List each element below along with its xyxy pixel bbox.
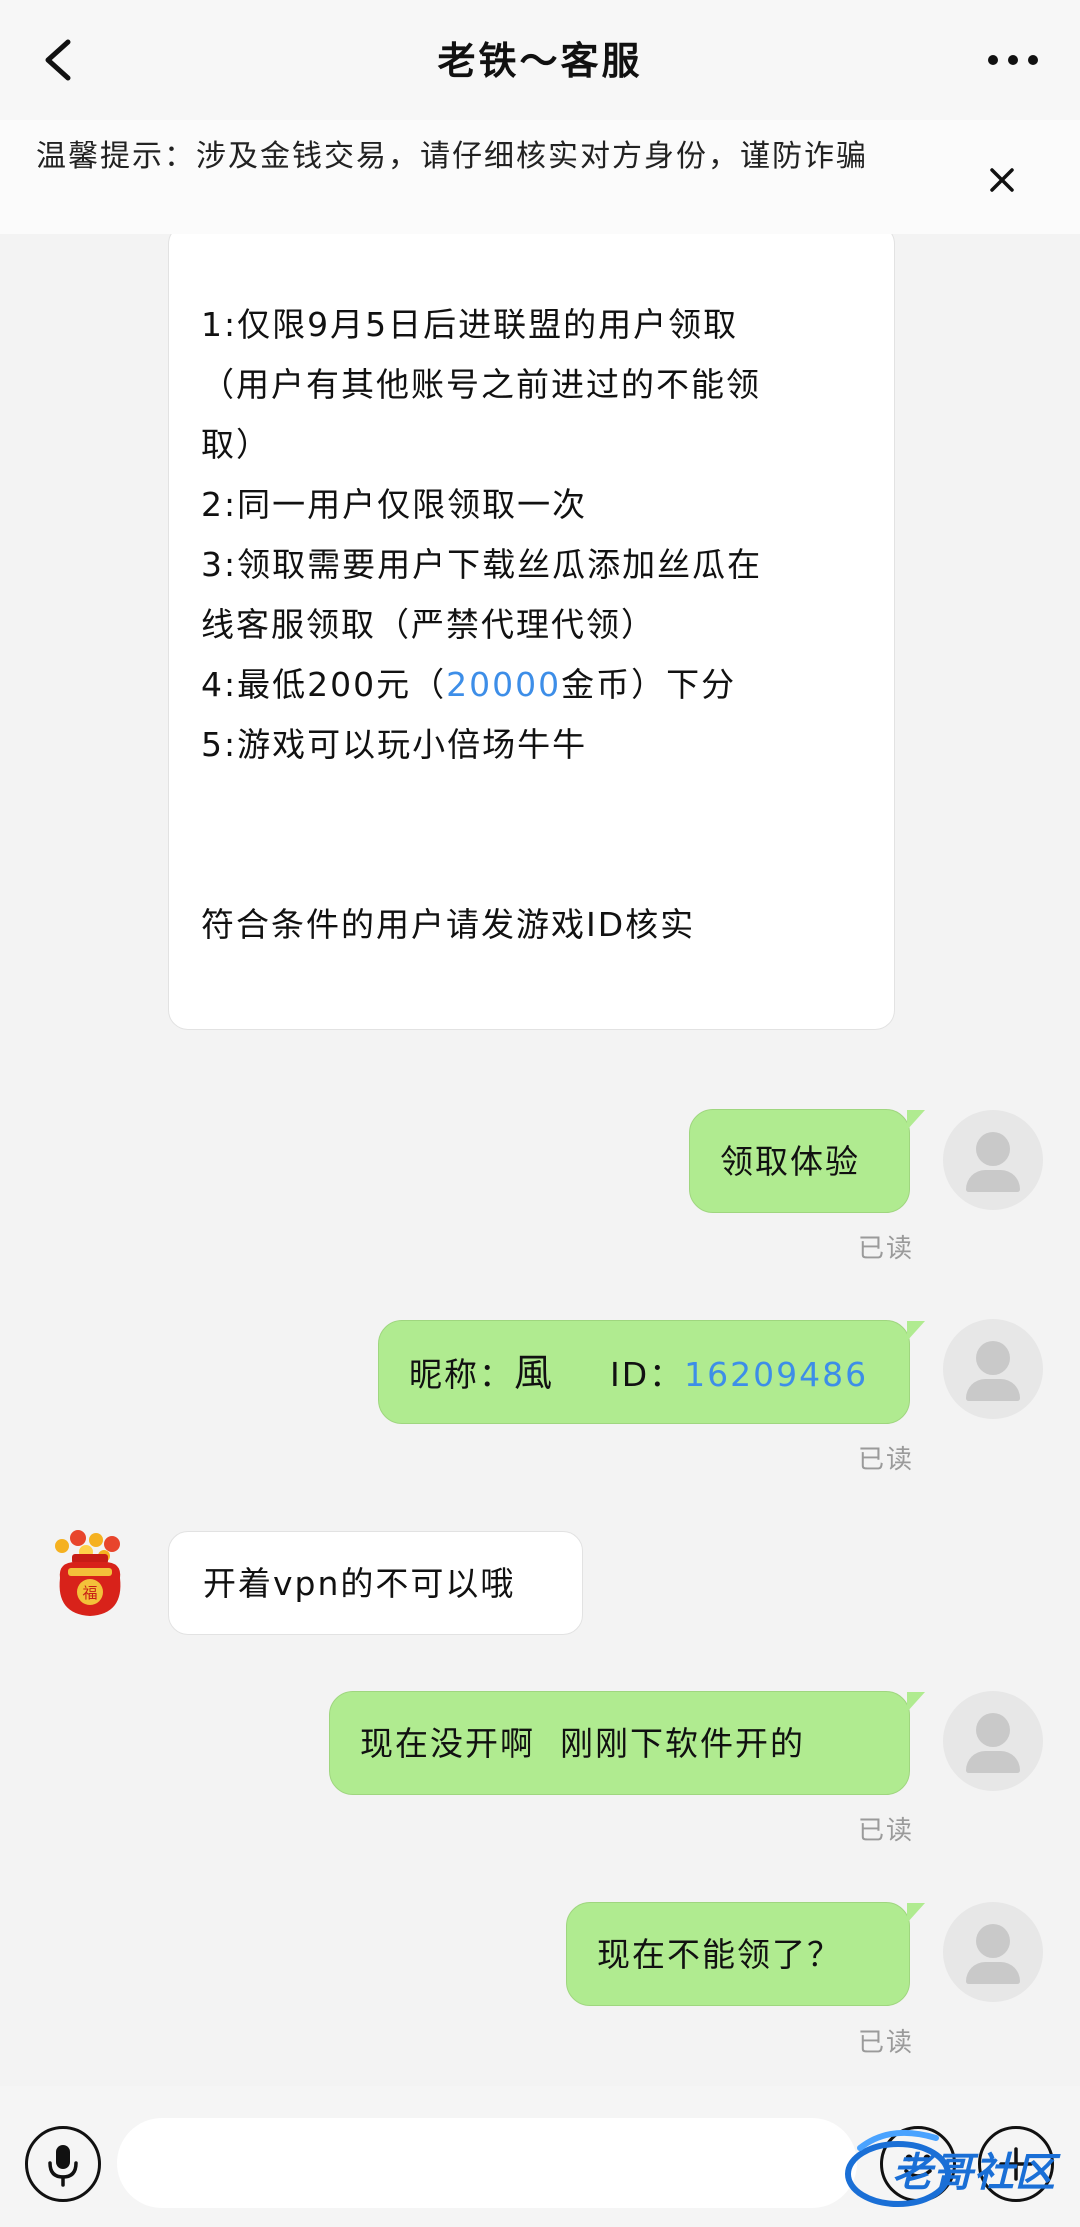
default-avatar-icon (976, 1713, 1010, 1747)
more-icon (988, 55, 1038, 65)
safety-notice: 温馨提示：涉及金钱交易，请仔细核实对方身份，谨防诈骗 (0, 120, 1080, 234)
default-avatar-icon (976, 1341, 1010, 1375)
message-text: 领取体验 (720, 1142, 860, 1181)
my-avatar[interactable] (943, 1110, 1043, 1210)
my-avatar[interactable] (943, 1902, 1043, 2002)
message-line: 符合条件的用户请发游戏ID核实 (201, 905, 696, 944)
message-bubble-sent: 昵称：風 ID：16209486 (378, 1320, 925, 1424)
line-text: 金币）下分 (561, 665, 737, 704)
service-avatar[interactable]: 福 (42, 1528, 138, 1624)
input-bar (0, 2086, 1080, 2227)
my-avatar[interactable] (943, 1319, 1043, 1419)
notice-text: 温馨提示：涉及金钱交易，请仔细核实对方身份，谨防诈骗 (36, 139, 868, 174)
message-line: （用户有其他账号之前进过的不能领 (201, 365, 761, 404)
id-label: ID： (610, 1355, 685, 1394)
svg-text:福: 福 (82, 1584, 97, 1602)
default-avatar-body (966, 1379, 1020, 1401)
message-bubble-sent: 现在不能领了？ (566, 1902, 925, 2006)
game-id-link[interactable]: 16209486 (684, 1355, 868, 1394)
nickname-value: 風 (514, 1351, 555, 1395)
message-bubble-received: 开着vpn的不可以哦 (168, 1531, 583, 1635)
message-line: 4:最低200元（20000金币）下分 (201, 655, 862, 715)
chat-messages[interactable]: 1:仅限9月5日后进联盟的用户领取 （用户有其他账号之前进过的不能领 取） 2:… (0, 234, 1080, 2086)
message-line: 线客服领取（严禁代理代领） (201, 605, 656, 644)
default-avatar-icon (976, 1924, 1010, 1958)
default-avatar-body (966, 1962, 1020, 1984)
close-notice-button[interactable] (982, 160, 1022, 200)
more-button[interactable] (985, 40, 1041, 80)
close-icon (990, 168, 1014, 192)
read-status: 已读 (858, 1816, 915, 1846)
read-status: 已读 (858, 1445, 915, 1475)
red-lucky-bag-avatar: 福 (55, 1530, 121, 1616)
more-actions-button[interactable] (978, 2126, 1054, 2202)
message-line: 取） (201, 425, 271, 464)
emoji-button[interactable] (880, 2126, 956, 2202)
top-bar: 老铁～客服 (0, 0, 1080, 120)
microphone-icon (48, 2145, 78, 2187)
voice-button[interactable] (25, 2126, 101, 2202)
message-line: 5:游戏可以玩小倍场牛牛 (201, 725, 588, 764)
line-text: 4:最低200元（ (201, 665, 447, 704)
message-bubble-sent: 领取体验 (689, 1109, 925, 1213)
read-status: 已读 (858, 2028, 915, 2058)
nickname-label: 昵称： (409, 1355, 514, 1394)
message-text: 昵称：風 ID：16209486 (409, 1351, 868, 1395)
default-avatar-body (966, 1751, 1020, 1773)
message-line: 1:仅限9月5日后进联盟的用户领取 (201, 305, 739, 344)
chat-title: 老铁～客服 (437, 39, 643, 83)
default-avatar-body (966, 1170, 1020, 1192)
message-input[interactable] (117, 2118, 857, 2208)
message-line: 3:领取需要用户下载丝瓜添加丝瓜在 (201, 545, 763, 584)
message-text: 现在不能领了？ (597, 1935, 842, 1974)
message-bubble-sent: 现在没开啊 刚刚下软件开的 (329, 1691, 925, 1795)
emoji-icon (904, 2154, 932, 2178)
default-avatar-icon (976, 1132, 1010, 1166)
read-status: 已读 (858, 1234, 915, 1264)
message-line: 2:同一用户仅限领取一次 (201, 485, 588, 524)
message-text: 现在没开啊 刚刚下软件开的 (360, 1724, 805, 1763)
message-bubble-received: 1:仅限9月5日后进联盟的用户领取 （用户有其他账号之前进过的不能领 取） 2:… (168, 234, 895, 1030)
plus-icon (999, 2147, 1033, 2181)
coin-amount-link[interactable]: 20000 (446, 665, 561, 704)
message-text: 开着vpn的不可以哦 (203, 1564, 516, 1603)
my-avatar[interactable] (943, 1691, 1043, 1791)
